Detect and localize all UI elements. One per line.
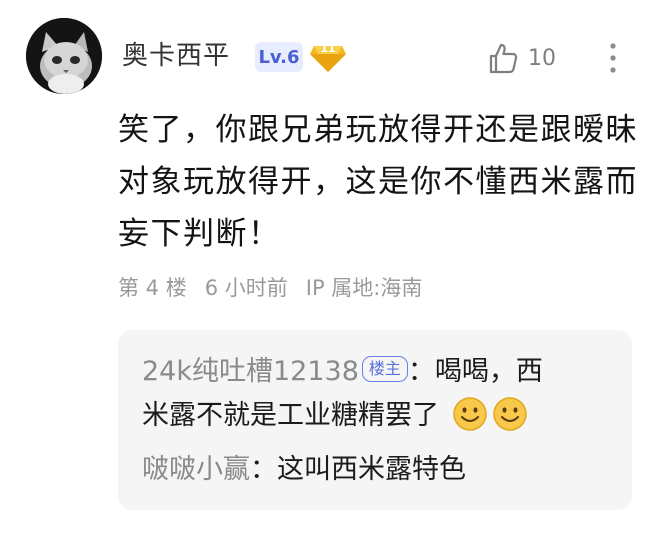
smile-emoji-icon — [452, 397, 487, 431]
avatar[interactable] — [26, 18, 102, 94]
cat-avatar-image — [26, 18, 102, 94]
reply-item[interactable]: 24k纯吐槽12138 楼主 ：喝喝，西 — [142, 352, 543, 392]
reply-author[interactable]: 啵啵小赢 — [142, 454, 250, 485]
ip-location: IP 属地:海南 — [305, 276, 423, 300]
thumbs-up-icon — [489, 43, 518, 74]
more-options-button[interactable] — [600, 40, 626, 76]
reply-text: 这叫西米露特色 — [277, 454, 466, 485]
like-button[interactable]: 10 — [488, 38, 556, 78]
reply-separator: ： — [250, 454, 277, 485]
comment-meta: 第 4 楼 6 小时前 IP 属地:海南 — [118, 272, 422, 304]
like-count: 10 — [528, 45, 556, 71]
badge-number: 11 — [320, 42, 336, 55]
floor-number: 第 4 楼 — [118, 276, 187, 300]
reply-separator: ： — [407, 356, 435, 387]
more-vertical-icon — [610, 43, 616, 73]
reply-item[interactable]: 啵啵小赢：这叫西米露特色 — [142, 450, 466, 490]
op-tag: 楼主 — [361, 356, 408, 382]
post-time: 6 小时前 — [204, 276, 288, 300]
reply-author[interactable]: 24k纯吐槽12138 — [142, 356, 359, 387]
reply-list[interactable]: 24k纯吐槽12138 楼主 ：喝喝，西 米露不就是工业糖精罢了 啵啵小赢：这叫西米… — [118, 330, 632, 510]
reply-text-line2: 米露不就是工业糖精罢了 — [142, 400, 439, 431]
level-badge: Lv.6 — [255, 42, 303, 72]
reply-item-continued: 米露不就是工业糖精罢了 — [142, 396, 528, 436]
reply-text-line1: 喝喝，西 — [434, 356, 543, 387]
smile-emoji-icon — [492, 397, 527, 431]
diamond-badge-icon: 11 — [308, 40, 348, 74]
comment-content: 笑了，你跟兄弟玩放得开还是跟暧昧对象玩放得开，这是你不懂西米露而妄下判断！ — [118, 112, 638, 252]
username[interactable]: 奥卡西平 — [122, 38, 230, 74]
